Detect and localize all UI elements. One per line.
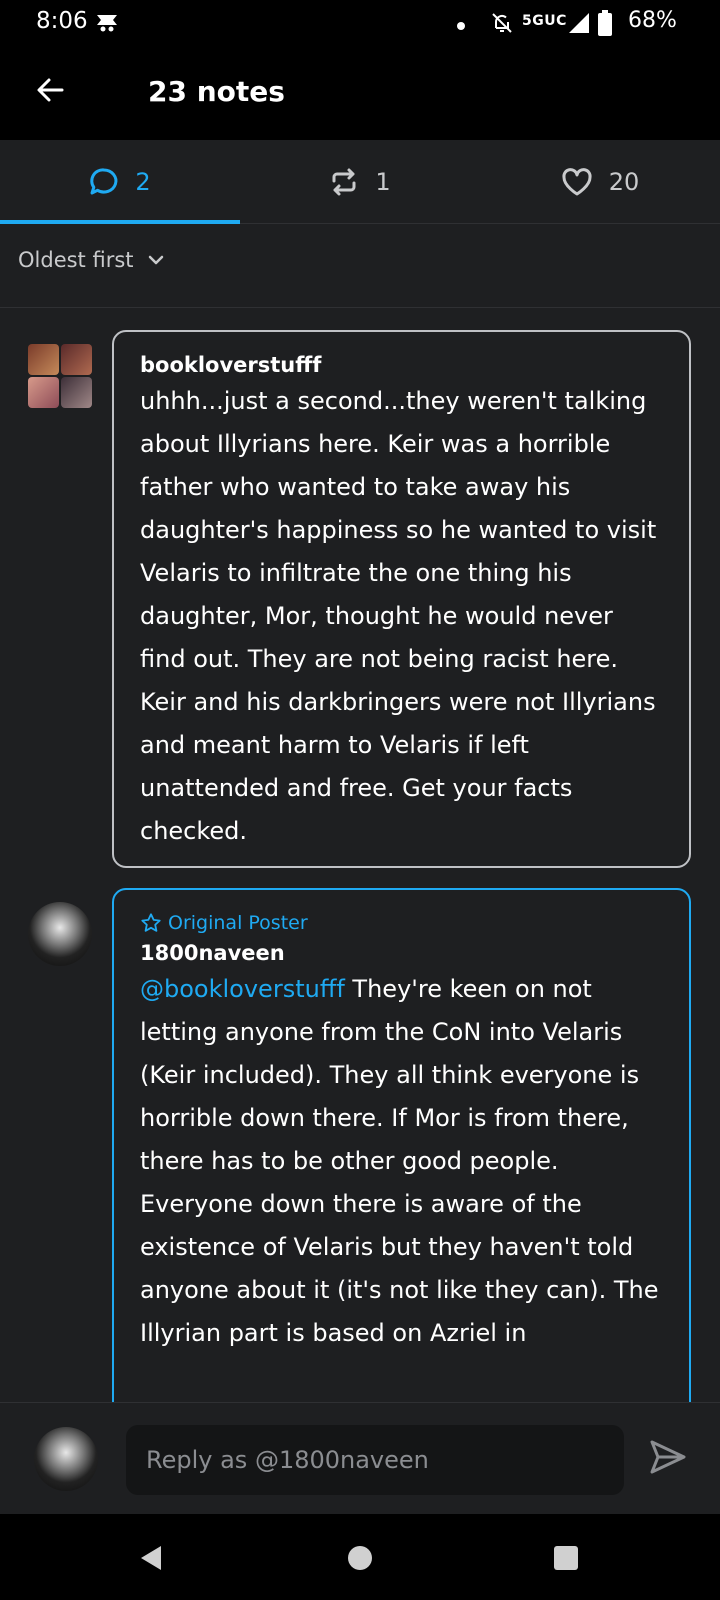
signal-icon <box>568 12 590 38</box>
heart-icon <box>562 168 592 196</box>
sort-label: Oldest first <box>18 248 134 272</box>
notes-list: bookloverstufff uhhh...just a second...t… <box>0 308 720 1402</box>
sort-bar: Oldest first <box>0 224 720 308</box>
arrow-left-icon <box>37 78 64 102</box>
system-nav-bar <box>0 1514 720 1600</box>
triangle-back-icon <box>141 1546 161 1570</box>
comment-body: uhhh...just a second...they weren't talk… <box>140 387 657 845</box>
tab-reblogs-count: 1 <box>375 168 391 196</box>
dot-icon <box>456 16 466 35</box>
network-type: 5GUC <box>522 13 567 29</box>
reply-input[interactable] <box>126 1425 624 1495</box>
comment-body: @bookloverstufff They're keen on not let… <box>140 968 663 1355</box>
comment-bubble: bookloverstufff uhhh...just a second...t… <box>112 330 691 868</box>
chevron-down-icon <box>148 255 163 265</box>
nav-back-button[interactable] <box>130 1536 174 1580</box>
tab-likes-count: 20 <box>608 168 640 196</box>
mention-link[interactable]: @bookloverstufff <box>140 975 345 1003</box>
original-poster-label: Original Poster <box>168 912 308 934</box>
avatar[interactable] <box>28 902 92 966</box>
reply-bar <box>0 1402 720 1514</box>
tab-replies-count: 2 <box>135 168 151 196</box>
status-time: 8:06 <box>36 8 88 34</box>
sort-dropdown[interactable]: Oldest first <box>18 248 166 272</box>
tab-reblogs[interactable]: 1 <box>240 140 480 224</box>
reblog-icon <box>332 168 356 196</box>
avatar[interactable] <box>28 344 92 408</box>
tab-likes[interactable]: 20 <box>480 140 720 224</box>
comment-username[interactable]: bookloverstufff <box>140 350 663 380</box>
bell-off-icon <box>490 11 514 39</box>
battery-percent: 68% <box>628 8 677 33</box>
notes-tabs: 2 1 20 <box>0 140 720 224</box>
tab-replies[interactable]: 2 <box>0 140 240 224</box>
battery-icon <box>598 10 612 40</box>
notification-app-icon <box>94 9 120 39</box>
send-icon <box>650 1440 686 1474</box>
comment-username[interactable]: 1800naveen <box>140 938 663 968</box>
comment-icon <box>90 168 118 195</box>
square-recents-icon <box>554 1546 578 1570</box>
status-bar: 8:06 5GUC 68% <box>0 0 720 48</box>
page-title: 23 notes <box>148 75 285 108</box>
comment-bubble: Original Poster 1800naveen @bookloverstu… <box>112 888 691 1402</box>
back-button[interactable] <box>26 66 74 114</box>
my-avatar <box>34 1427 98 1491</box>
nav-home-button[interactable] <box>338 1536 382 1580</box>
comment-text: They're keen on not letting anyone from … <box>140 975 659 1347</box>
circle-home-icon <box>348 1546 372 1570</box>
star-icon <box>141 913 161 932</box>
original-poster-badge: Original Poster <box>140 908 663 938</box>
nav-recents-button[interactable] <box>544 1536 588 1580</box>
send-button[interactable] <box>648 1437 696 1485</box>
app-header: 23 notes <box>0 48 720 140</box>
